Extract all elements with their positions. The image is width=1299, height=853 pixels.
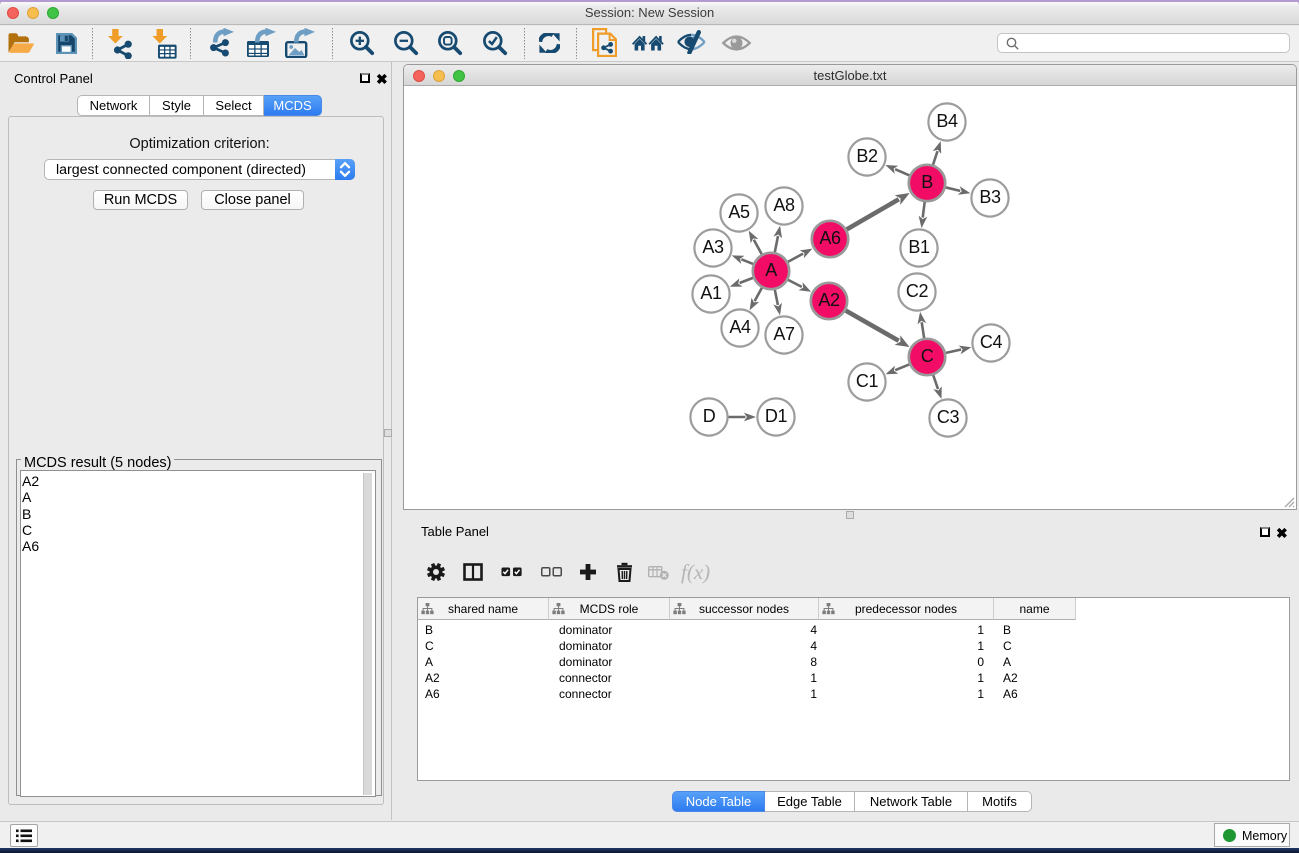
svg-text:C: C [921,346,934,366]
svg-text:A5: A5 [728,202,750,222]
svg-text:A8: A8 [773,195,795,215]
svg-text:A4: A4 [729,317,751,337]
svg-text:A3: A3 [702,237,724,257]
svg-text:A7: A7 [773,324,795,344]
svg-text:D1: D1 [765,406,788,426]
svg-text:A2: A2 [818,290,840,310]
svg-text:B1: B1 [908,237,930,257]
svg-text:A1: A1 [700,283,722,303]
svg-text:A6: A6 [819,228,841,248]
svg-text:B3: B3 [979,187,1001,207]
svg-text:B4: B4 [936,111,958,131]
svg-text:B: B [921,172,933,192]
svg-text:A: A [765,260,777,280]
svg-text:C3: C3 [937,407,960,427]
svg-text:C4: C4 [980,332,1003,352]
svg-text:C1: C1 [856,371,879,391]
svg-text:C2: C2 [906,281,929,301]
svg-text:B2: B2 [856,146,878,166]
svg-text:D: D [703,406,716,426]
